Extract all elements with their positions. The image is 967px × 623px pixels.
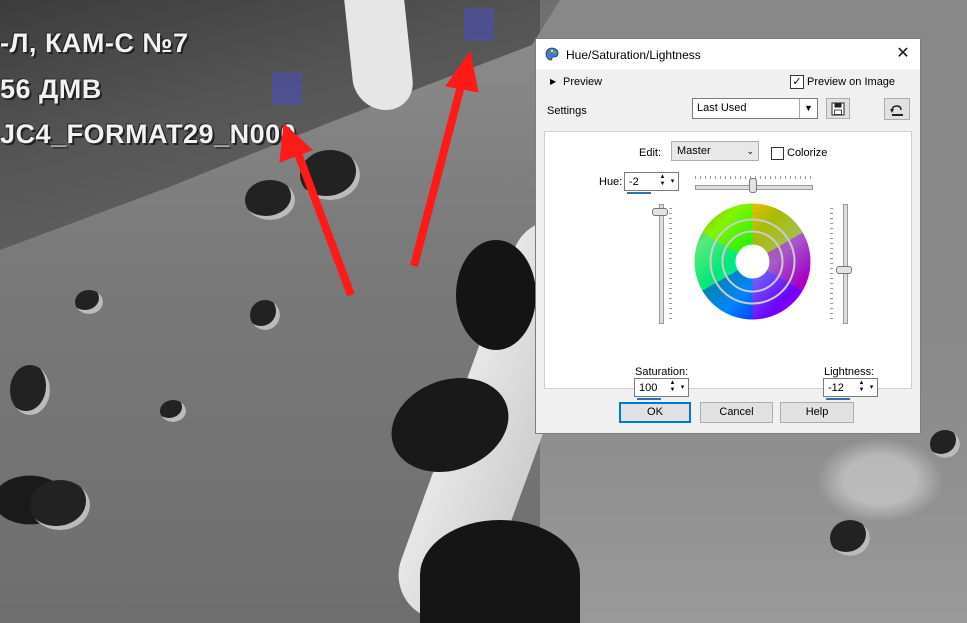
- arrow-head: [445, 50, 479, 93]
- spin-arrows-icon[interactable]: ▲ ▼: [658, 174, 667, 188]
- ok-button[interactable]: OK: [619, 402, 691, 423]
- reset-undo-icon: [890, 105, 903, 116]
- saturation-slider-thumb[interactable]: [652, 208, 668, 216]
- colorize-label[interactable]: Colorize: [787, 147, 827, 159]
- hue-slider-thumb[interactable]: [749, 178, 757, 193]
- hue-value[interactable]: -2: [629, 176, 639, 188]
- chevron-down-icon[interactable]: ▾: [678, 380, 687, 395]
- title-bar[interactable]: Hue/Saturation/Lightness ✕: [536, 39, 920, 69]
- help-button[interactable]: Help: [780, 402, 854, 423]
- preview-on-image-checkbox[interactable]: ✓: [790, 75, 804, 89]
- lightness-spinbox[interactable]: -12 ▲ ▼ ▾: [823, 378, 878, 400]
- colorize-checkbox[interactable]: [771, 147, 784, 160]
- reset-button[interactable]: [884, 98, 910, 120]
- arrow-shaft: [292, 146, 355, 297]
- paint-palette-icon: [545, 47, 559, 61]
- preview-row: ▶ Preview ✓ Preview on Image: [536, 74, 920, 92]
- lightness-value[interactable]: -12: [828, 382, 844, 394]
- spin-arrows-icon[interactable]: ▲ ▼: [668, 380, 677, 394]
- settings-value: Last Used: [697, 102, 747, 114]
- arrow-shaft: [410, 80, 466, 268]
- close-button[interactable]: ✕: [894, 45, 912, 63]
- chevron-down-icon[interactable]: ▾: [867, 380, 876, 395]
- saturation-spinbox[interactable]: 100 ▲ ▼ ▾: [634, 378, 689, 400]
- lightness-slider-ticks: [830, 208, 833, 320]
- adjustment-panel: Edit: Master ⌄ Colorize Hue: -2 ▲ ▼ ▾ 10…: [544, 131, 912, 400]
- cancel-button[interactable]: Cancel: [700, 402, 773, 423]
- save-disk-icon: [831, 102, 845, 116]
- settings-label: Settings: [547, 105, 587, 117]
- focus-underline: [627, 192, 651, 194]
- saturation-value[interactable]: 100: [639, 382, 657, 394]
- saturation-slider-ticks: [669, 208, 672, 320]
- lightness-slider-track[interactable]: [843, 204, 848, 324]
- saturation-slider-track[interactable]: [659, 204, 664, 324]
- edit-value: Master: [677, 145, 711, 157]
- lightness-slider-thumb[interactable]: [836, 266, 852, 274]
- hue-saturation-lightness-dialog: Hue/Saturation/Lightness ✕ ▶ Preview ✓ P…: [535, 38, 921, 434]
- preview-expander[interactable]: Preview: [563, 76, 602, 88]
- chevron-down-icon[interactable]: ▾: [668, 174, 677, 189]
- edit-label: Edit:: [639, 147, 662, 159]
- saturation-label: Saturation:: [635, 366, 689, 378]
- save-preset-button[interactable]: [826, 98, 850, 119]
- arrow-head: [279, 122, 313, 163]
- expand-triangle-icon[interactable]: ▶: [550, 77, 556, 86]
- edit-dropdown[interactable]: Master ⌄: [671, 141, 759, 161]
- chevron-down-icon: ▼: [799, 99, 817, 118]
- focus-underline: [826, 398, 850, 400]
- preview-on-image-label[interactable]: Preview on Image: [807, 76, 895, 88]
- spin-arrows-icon[interactable]: ▲ ▼: [857, 380, 866, 394]
- dialog-title: Hue/Saturation/Lightness: [566, 48, 701, 62]
- color-wheel: [694, 203, 811, 320]
- chevron-down-icon: ⌄: [746, 146, 754, 156]
- settings-dropdown[interactable]: Last Used ▼: [692, 98, 818, 119]
- hue-spinbox[interactable]: -2 ▲ ▼ ▾: [624, 172, 679, 194]
- hue-label: Hue:: [599, 176, 623, 188]
- focus-underline: [637, 398, 661, 400]
- lightness-label: Lightness:: [824, 366, 875, 378]
